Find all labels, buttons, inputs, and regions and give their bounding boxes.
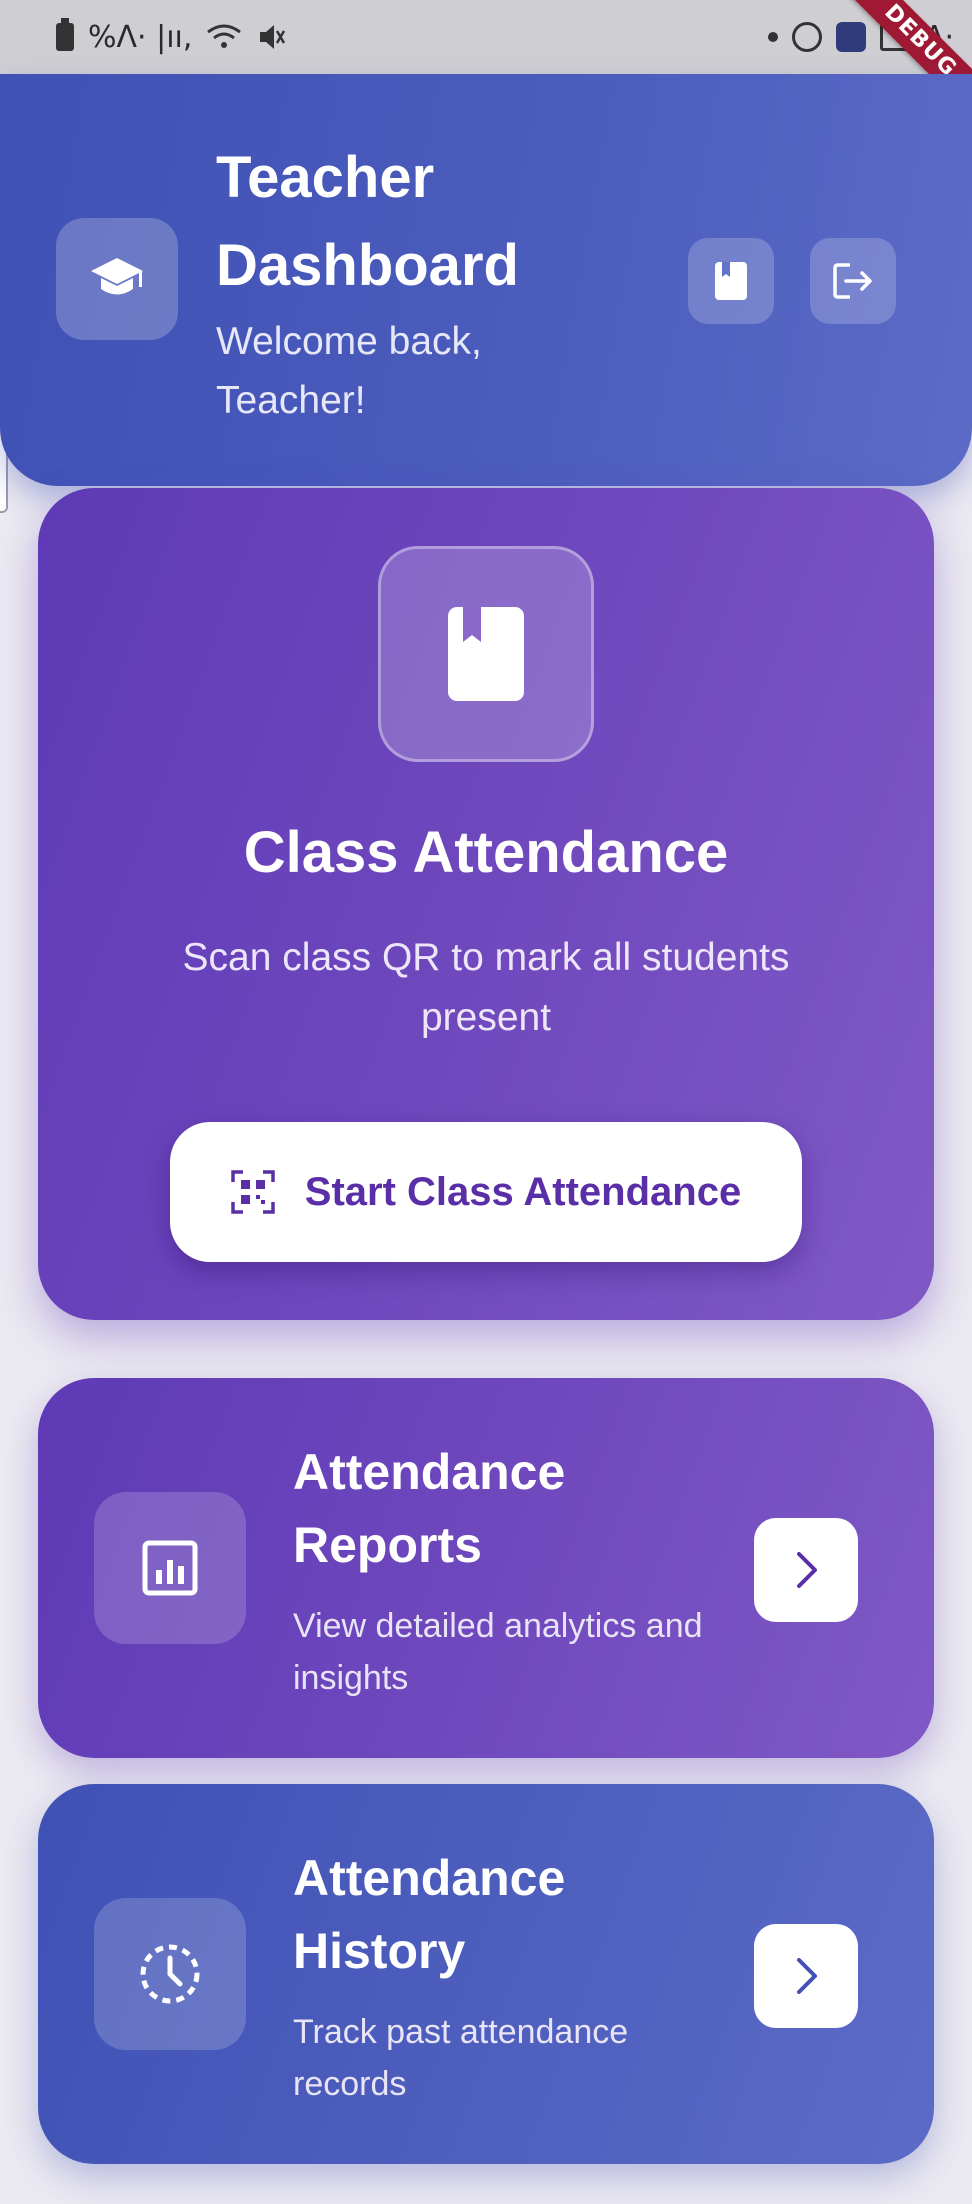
history-clock-icon xyxy=(94,1898,246,2050)
class-attendance-description: Scan class QR to mark all students prese… xyxy=(182,936,790,1039)
logout-button[interactable] xyxy=(810,238,896,324)
logout-icon xyxy=(833,263,872,299)
book-icon xyxy=(715,262,747,300)
attendance-history-card[interactable]: Attendance History Track past attendance… xyxy=(38,1784,934,2164)
book-button[interactable] xyxy=(688,238,774,324)
status-bar: %Λ· |ıı, A· DEBUG xyxy=(0,0,972,124)
attendance-history-title: Attendance History xyxy=(293,1850,566,1979)
welcome-text: Welcome back, Teacher! xyxy=(216,320,482,422)
notification-dot-icon xyxy=(767,32,778,42)
dashboard-header: Teacher Dashboard Welcome back, Teacher! xyxy=(0,74,972,486)
chevron-right-icon xyxy=(797,1552,817,1588)
page-title: Teacher Dashboard xyxy=(216,145,519,298)
status-indicators: %Λ· |ıı, xyxy=(88,19,193,55)
class-attendance-card: Class Attendance Scan class QR to mark a… xyxy=(38,488,934,1320)
app-icon xyxy=(835,22,866,52)
start-class-attendance-button[interactable]: Start Class Attendance xyxy=(170,1122,802,1262)
graduation-cap-icon xyxy=(56,218,178,340)
status-bar-left: %Λ· |ıı, xyxy=(56,18,286,55)
chevron-right-icon xyxy=(797,1958,817,1994)
attendance-history-description: Track past attendance records xyxy=(293,2013,629,2103)
attendance-reports-card[interactable]: Attendance Reports View detailed analyti… xyxy=(38,1378,934,1758)
analytics-icon xyxy=(94,1492,246,1644)
record-icon xyxy=(791,22,822,52)
attendance-reports-description: View detailed analytics and insights xyxy=(293,1607,703,1697)
attendance-reports-title: Attendance Reports xyxy=(293,1444,566,1573)
wifi-icon xyxy=(207,24,242,48)
battery-icon xyxy=(56,18,74,51)
class-attendance-title: Class Attendance xyxy=(243,820,729,885)
book-icon xyxy=(378,546,594,762)
mute-icon xyxy=(260,25,286,49)
qr-code-icon xyxy=(231,1170,275,1214)
attendance-history-open-button[interactable] xyxy=(754,1924,858,2028)
attendance-reports-open-button[interactable] xyxy=(754,1518,858,1622)
start-class-attendance-label: Start Class Attendance xyxy=(304,1169,742,1214)
